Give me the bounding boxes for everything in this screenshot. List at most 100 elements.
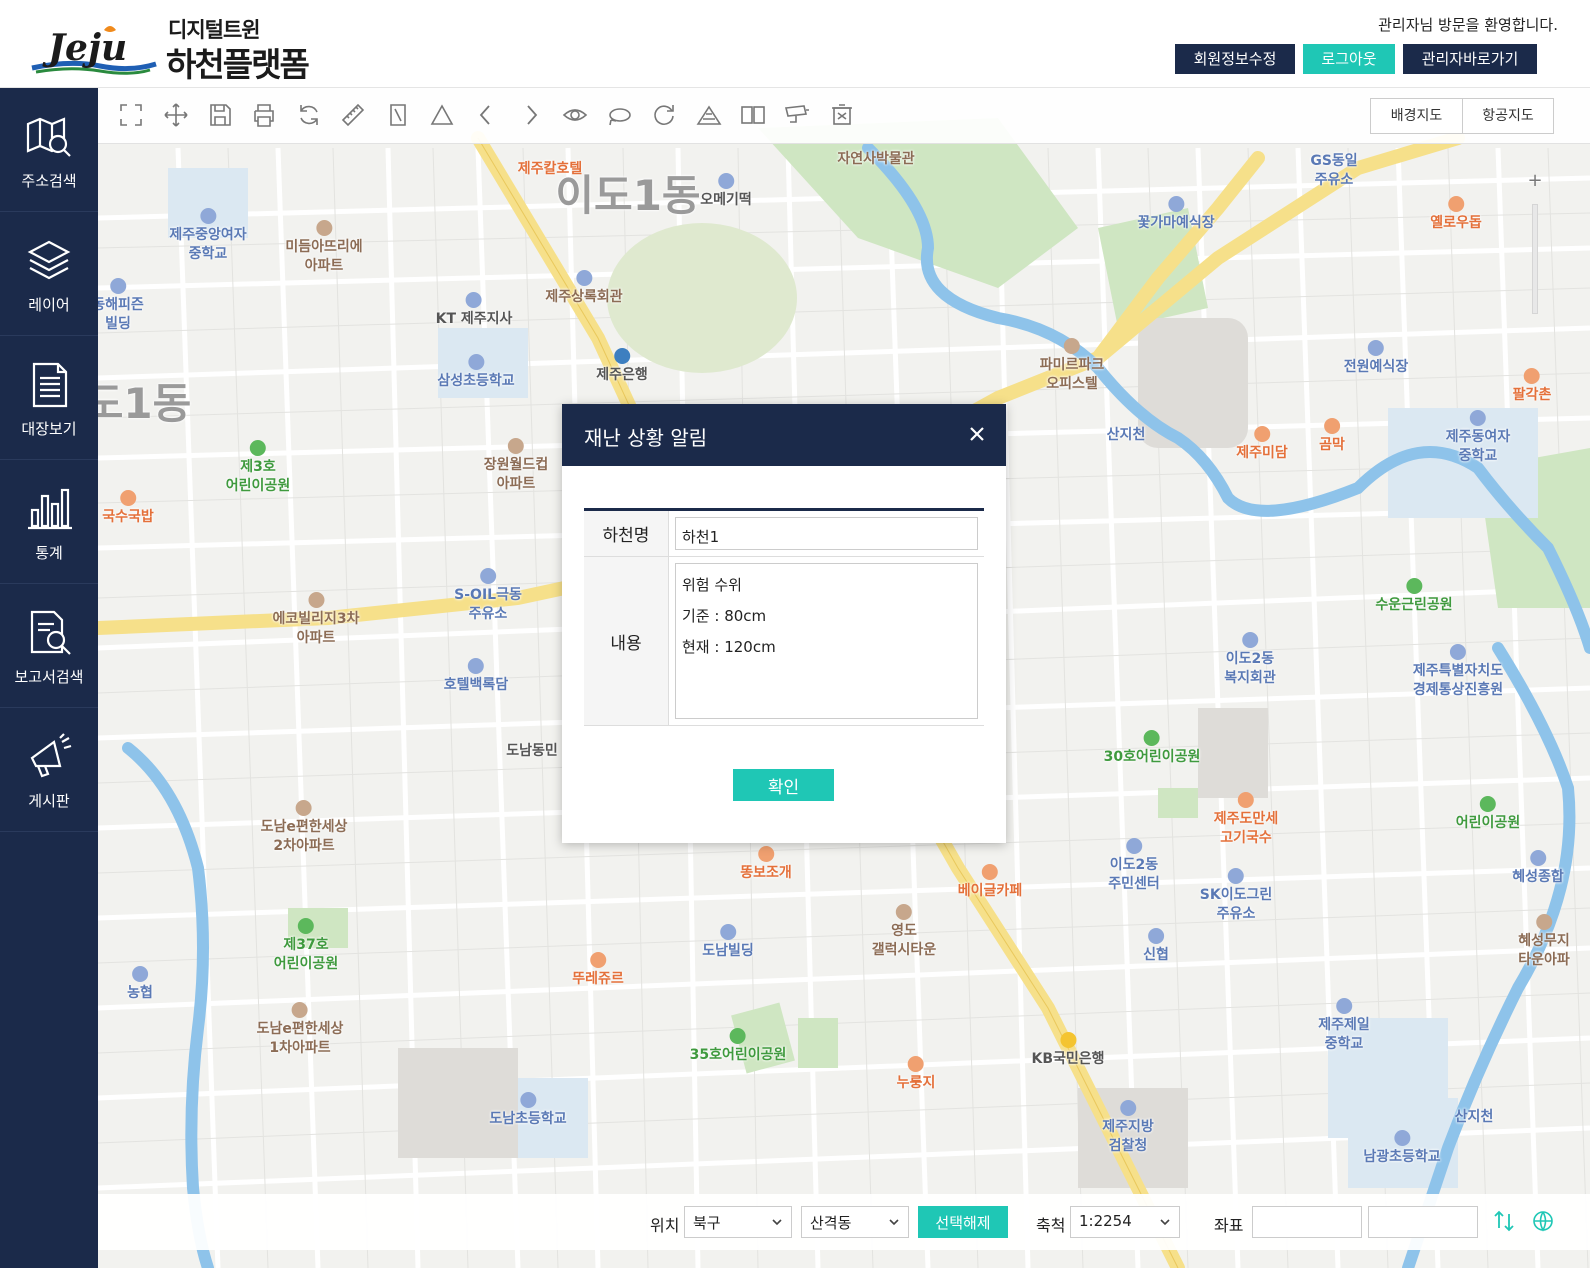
triangle-icon[interactable]	[429, 102, 455, 128]
logout-button[interactable]: 로그아웃	[1303, 44, 1395, 74]
chevron-down-icon	[772, 1219, 782, 1226]
map-label: S-OIL극동 주유소	[454, 568, 522, 624]
location-label: 위치	[650, 1216, 680, 1235]
split-view-icon[interactable]	[740, 102, 766, 128]
map-label: 제주특별자치도 경제통상진흥원	[1413, 644, 1503, 700]
map-label: 파미르파크 오피스텔	[1040, 338, 1104, 394]
map-label: 뚜레쥬르	[572, 952, 624, 989]
ruler-icon[interactable]	[340, 102, 366, 128]
map-label: 제주동여자 중학교	[1446, 410, 1510, 466]
content-textarea[interactable]: 위험 수위 기준 : 80cm 현재 : 120cm	[675, 563, 978, 719]
sidebar: 주소검색 레이어 대장보기 통계 보고서검색 게시판	[0, 88, 98, 1268]
admin-shortcut-button[interactable]: 관리자바로가기	[1403, 44, 1537, 74]
prev-icon[interactable]	[473, 102, 499, 128]
sidebar-item-label: 통계	[35, 544, 63, 562]
map-label: 꽃가마예식장	[1137, 196, 1215, 233]
map-label: SK이도그린 주유소	[1200, 868, 1272, 924]
next-icon[interactable]	[518, 102, 544, 128]
map-label: 제주칼호텔	[517, 161, 583, 177]
app-logo[interactable]: Jeju 디지털트윈 하천플랫폼	[30, 14, 330, 84]
map-label: 장원월드컵 아파트	[484, 438, 548, 494]
refresh-icon[interactable]	[296, 102, 322, 128]
map-label: 도남빌딩	[702, 924, 754, 961]
map-label: 산지천	[1106, 427, 1146, 443]
map-label: 제37호 어린이공원	[274, 918, 338, 974]
cctv-icon[interactable]	[784, 102, 810, 128]
coordinate-label: 좌표	[1214, 1216, 1244, 1235]
sidebar-item-label: 보고서검색	[14, 668, 84, 686]
sidebar-item-statistics[interactable]: 통계	[0, 460, 98, 584]
map-label: 제주중앙여자 중학교	[169, 208, 247, 264]
logo-title: 하천플랫폼	[166, 45, 310, 84]
clear-icon[interactable]	[829, 102, 855, 128]
print-icon[interactable]	[251, 102, 277, 128]
map-label: 농협	[127, 966, 153, 1003]
close-icon[interactable]	[966, 423, 988, 445]
aerial-map-tab[interactable]: 항공지도	[1462, 99, 1553, 133]
map-search-icon	[26, 117, 71, 157]
sidebar-item-address-search[interactable]: 주소검색	[0, 88, 98, 212]
map-label: 제주상록회관	[545, 270, 623, 307]
zoom-slider[interactable]	[1532, 204, 1538, 314]
content-label: 내용	[584, 557, 669, 725]
map-label: 도남e편한세상 1차아파트	[257, 1002, 343, 1058]
area-measure-icon[interactable]	[385, 102, 411, 128]
map-label: 제주제일 중학교	[1318, 998, 1370, 1054]
sidebar-item-ledger[interactable]: 대장보기	[0, 336, 98, 460]
sidebar-item-board[interactable]: 게시판	[0, 708, 98, 832]
terrain-icon[interactable]	[696, 102, 722, 128]
map-label: 미듬아뜨리에 아파트	[285, 220, 363, 276]
edit-profile-button[interactable]: 회원정보수정	[1175, 44, 1295, 74]
map-label: 도남초등학교	[489, 1092, 567, 1129]
map-type-switch: 배경지도 항공지도	[1370, 98, 1554, 134]
ledger-icon	[32, 362, 68, 408]
map-label: 제주은행	[596, 348, 648, 385]
sidebar-item-label: 주소검색	[21, 172, 77, 190]
status-bar: 위치 북구 산격동 선택해제 축척 1:2254 좌표	[98, 1194, 1590, 1250]
rotate-left-icon[interactable]	[607, 102, 633, 128]
map-label: 신협	[1143, 928, 1169, 965]
map-label: 혜성무지 타운아파	[1518, 914, 1570, 970]
map-label: 똥보조개	[740, 846, 792, 883]
river-name-field[interactable]: 하천1	[675, 517, 978, 550]
zoom-control: +	[1520, 170, 1550, 320]
dong-select[interactable]: 산격동	[801, 1206, 909, 1238]
globe-icon[interactable]	[1532, 1210, 1554, 1232]
map-label: 곰막	[1319, 418, 1345, 455]
disaster-alert-dialog: 재난 상황 알림 하천명 하천1 내용 위험 수위 기준 : 80cm 현재 :…	[562, 404, 1006, 843]
scale-label: 축척	[1036, 1216, 1066, 1235]
coordinate-y-input[interactable]	[1368, 1206, 1478, 1238]
confirm-button[interactable]: 확인	[733, 769, 834, 801]
sidebar-item-report-search[interactable]: 보고서검색	[0, 584, 98, 708]
swap-icon[interactable]	[1493, 1210, 1515, 1232]
megaphone-icon	[30, 733, 72, 778]
map-label: 30호어린이공원	[1104, 730, 1200, 767]
zoom-in-icon[interactable]: +	[1520, 170, 1550, 191]
bar-chart-icon	[28, 488, 72, 530]
map-label: 자연사박물관	[837, 151, 915, 167]
pan-icon[interactable]	[163, 102, 189, 128]
map-label: 제주지방 검찰청	[1102, 1100, 1154, 1156]
map-label: 혜성종합	[1512, 850, 1564, 887]
rotate-right-icon[interactable]	[651, 102, 677, 128]
coordinate-x-input[interactable]	[1252, 1206, 1362, 1238]
fullscreen-icon[interactable]	[118, 102, 144, 128]
district-select[interactable]: 북구	[684, 1206, 792, 1238]
map-label: 누룽지	[897, 1056, 935, 1093]
map-label: 베이글카페	[958, 864, 1022, 901]
map-label: 35호어린이공원	[690, 1028, 786, 1065]
chevron-down-icon	[1160, 1219, 1170, 1226]
content-line: 현재 : 120cm	[682, 638, 776, 656]
base-map-tab[interactable]: 배경지도	[1371, 99, 1462, 133]
map-label: 이도2동 주민센터	[1108, 838, 1160, 894]
map-label: 에코빌리지3차 아파트	[272, 592, 360, 648]
map-label: 도남e편한세상 2차아파트	[261, 800, 347, 856]
sidebar-item-layers[interactable]: 레이어	[0, 212, 98, 336]
map-label: 영도 갤럭시타운	[872, 904, 936, 960]
content-line: 기준 : 80cm	[682, 607, 767, 625]
deselect-button[interactable]: 선택해제	[918, 1206, 1008, 1238]
save-icon[interactable]	[207, 102, 233, 128]
scale-select[interactable]: 1:2254	[1070, 1206, 1180, 1238]
map-label: 전원예식장	[1344, 340, 1408, 377]
eye-icon[interactable]	[562, 102, 588, 128]
